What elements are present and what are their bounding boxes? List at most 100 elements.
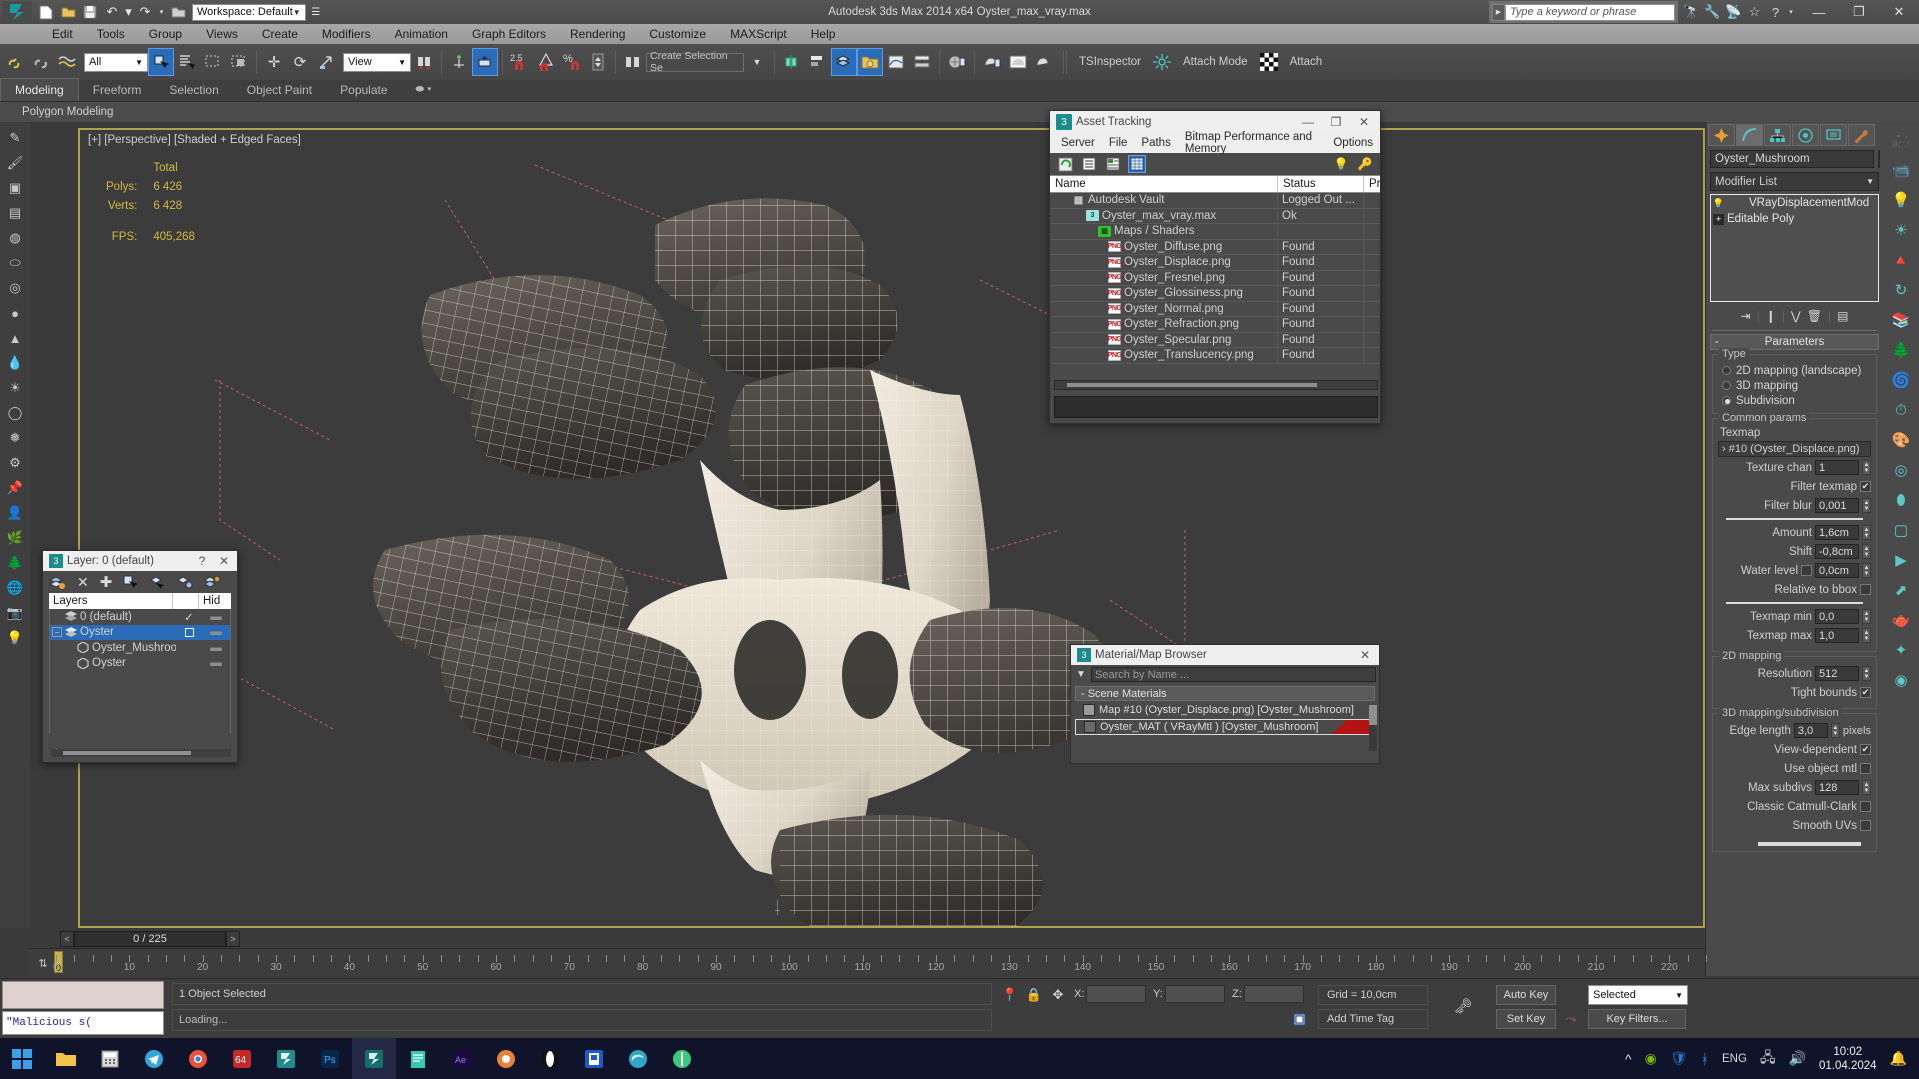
filter-texmap-checkbox[interactable]: ✔ — [1860, 481, 1871, 492]
list-view-icon[interactable] — [1080, 155, 1098, 173]
show-end-result-icon[interactable]: ❙ — [1766, 309, 1776, 323]
percent-snap-icon[interactable]: % — [559, 48, 585, 76]
layer-horizontal-scrollbar[interactable] — [51, 749, 231, 757]
table-row[interactable]: PNG Oyster_Displace.png Found — [1050, 255, 1380, 271]
start-icon[interactable] — [0, 1038, 44, 1079]
menu-tools[interactable]: Tools — [85, 24, 137, 44]
spinner-icon[interactable]: ▲ ▼ — [1862, 525, 1871, 540]
render-teapot-icon[interactable]: 🫖 — [1887, 606, 1915, 634]
col-pr[interactable]: Pr — [1364, 176, 1381, 192]
layer-properties-icon[interactable] — [204, 575, 220, 589]
highlight-selected-objects-layers-icon[interactable] — [177, 575, 193, 589]
asset-maximize-button[interactable]: ❐ — [1322, 111, 1350, 133]
help-icon[interactable]: ? — [1766, 3, 1785, 22]
spinner-icon[interactable]: ▲ ▼ — [1862, 780, 1871, 795]
lock-icon[interactable]: 🔒 — [1024, 985, 1044, 1005]
help-dropdown-icon[interactable]: ▾ — [1787, 3, 1795, 22]
texmap-slot[interactable]: › #10 (Oyster_Displace.png) — [1718, 441, 1871, 457]
select-and-link-icon[interactable] — [2, 48, 28, 76]
schematic-view-icon[interactable] — [909, 48, 935, 76]
menu-animation[interactable]: Animation — [383, 24, 460, 44]
material-browser-close-button[interactable]: ✕ — [1353, 645, 1377, 665]
list-item[interactable]: Oyster_MAT ( VRayMtl ) [Oyster_Mushroom] — [1075, 719, 1375, 735]
create-tab-icon[interactable] — [1708, 124, 1735, 146]
shift-field[interactable]: -0,8cm — [1815, 544, 1859, 559]
table-row[interactable]: PNG Oyster_Specular.png Found — [1050, 332, 1380, 348]
sphere-icon[interactable]: ◍ — [3, 226, 27, 250]
key-filter-curve-icon[interactable]: ⤳ — [1560, 1009, 1582, 1029]
starburst-icon[interactable]: ✦ — [1887, 636, 1915, 664]
notepad-icon[interactable] — [396, 1038, 440, 1079]
pin-icon[interactable]: 📌 — [3, 476, 27, 500]
curve-editor-icon[interactable] — [883, 48, 909, 76]
3dsmax-logo-icon[interactable] — [2, 1, 32, 23]
align-icon[interactable] — [805, 48, 831, 76]
library-icon[interactable]: 📚 — [1887, 306, 1915, 334]
tab-object-paint[interactable]: Object Paint — [233, 79, 326, 101]
binoculars-icon[interactable]: 🔭 — [1682, 3, 1701, 22]
amount-field[interactable]: 1,6cm — [1815, 525, 1859, 540]
search-input[interactable]: Search by Name ... — [1091, 667, 1376, 682]
bind-to-space-warp-icon[interactable] — [54, 48, 80, 76]
edit-named-selection-sets-icon[interactable] — [620, 48, 646, 76]
remove-modifier-icon[interactable]: 🗑 — [1807, 309, 1822, 323]
list-item[interactable]: Oyster ▬ — [50, 656, 230, 672]
target-icon[interactable]: ◎ — [1887, 456, 1915, 484]
chrome2-icon[interactable] — [484, 1038, 528, 1079]
edge-icon[interactable] — [616, 1038, 660, 1079]
layer-active-check[interactable] — [176, 627, 202, 637]
prev-frame-button[interactable]: < — [60, 931, 74, 947]
add-camera-icon[interactable]: 📹 — [1887, 156, 1915, 184]
motion-tab-icon[interactable] — [1792, 124, 1819, 146]
asset-menu-server[interactable]: Server — [1054, 137, 1102, 149]
table-row[interactable]: PNG Oyster_Normal.png Found — [1050, 301, 1380, 317]
select-and-manipulate-icon[interactable] — [472, 48, 498, 76]
make-unique-icon[interactable]: ⋁ — [1791, 309, 1801, 323]
object-color-swatch[interactable] — [1878, 150, 1880, 168]
set-key-button[interactable]: Set Key — [1496, 1009, 1556, 1029]
taskbar-clock[interactable]: 10:02 01.04.2024 — [1819, 1045, 1877, 1073]
use-pivot-point-center-icon[interactable] — [411, 48, 437, 76]
aftereffects-icon[interactable]: Ae — [440, 1038, 484, 1079]
expand-collapse-icon[interactable]: − — [52, 627, 62, 638]
sun-icon[interactable]: ☀ — [1887, 216, 1915, 244]
key-mode-toggle-icon[interactable]: 🗝 — [1448, 993, 1478, 1019]
chrome-icon[interactable] — [176, 1038, 220, 1079]
spin-icon[interactable]: 🌀 — [1887, 366, 1915, 394]
cylinder-icon[interactable]: ⬭ — [3, 251, 27, 275]
search-box[interactable]: ▶ Type a keyword or phrase — [1489, 1, 1678, 23]
lightbulb-icon[interactable]: 💡 — [1713, 198, 1724, 209]
droplet-icon[interactable]: 💧 — [3, 351, 27, 375]
delete-layer-icon[interactable]: ✕ — [77, 574, 89, 591]
col-name[interactable]: Name — [1050, 176, 1278, 192]
paint-icon[interactable]: 🖌 — [3, 151, 27, 175]
max-subdivs-field[interactable]: 128 — [1815, 780, 1859, 795]
rectangular-selection-region-icon[interactable] — [200, 48, 226, 76]
create-new-layer-icon[interactable] — [49, 575, 66, 590]
show-hidden-icons-icon[interactable]: ^ — [1625, 1051, 1632, 1067]
texmap-min-field[interactable]: 0,0 — [1815, 609, 1859, 624]
col-layers[interactable]: Layers — [49, 593, 173, 609]
layer-hide-toggle[interactable]: ▬ — [202, 611, 230, 623]
nvidia-icon[interactable]: ◉ — [1645, 1050, 1657, 1067]
spinner-icon[interactable]: ▲ ▼ — [1862, 563, 1871, 578]
tab-populate[interactable]: Populate — [326, 79, 401, 101]
file-explorer-icon[interactable] — [44, 1038, 88, 1079]
list-item[interactable]: 0 (default) ✓ ▬ — [50, 609, 230, 625]
resolution-field[interactable]: 512 — [1815, 666, 1859, 681]
table-row[interactable]: PNG Oyster_Fresnel.png Found — [1050, 270, 1380, 286]
select-object-icon[interactable] — [148, 48, 174, 76]
app-icon[interactable] — [660, 1038, 704, 1079]
minimize-button[interactable]: — — [1799, 0, 1839, 24]
spinner-icon[interactable]: ▲ ▼ — [1862, 609, 1871, 624]
tab-modeling[interactable]: Modeling — [0, 78, 79, 101]
col-blank[interactable] — [173, 593, 199, 609]
close-button[interactable]: ✕ — [1879, 0, 1919, 24]
torus-icon[interactable]: ◎ — [3, 276, 27, 300]
stack-item-vraydisplacement[interactable]: 💡 VRayDisplacementMod — [1711, 195, 1878, 211]
spinner-icon[interactable]: ▲ ▼ — [1830, 723, 1840, 738]
circle-icon[interactable]: ● — [3, 301, 27, 325]
select-objects-in-layer-icon[interactable] — [123, 575, 139, 589]
tree-icon[interactable]: 🌲 — [3, 551, 27, 575]
table-row[interactable]: ▨ Maps / Shaders — [1050, 224, 1380, 240]
